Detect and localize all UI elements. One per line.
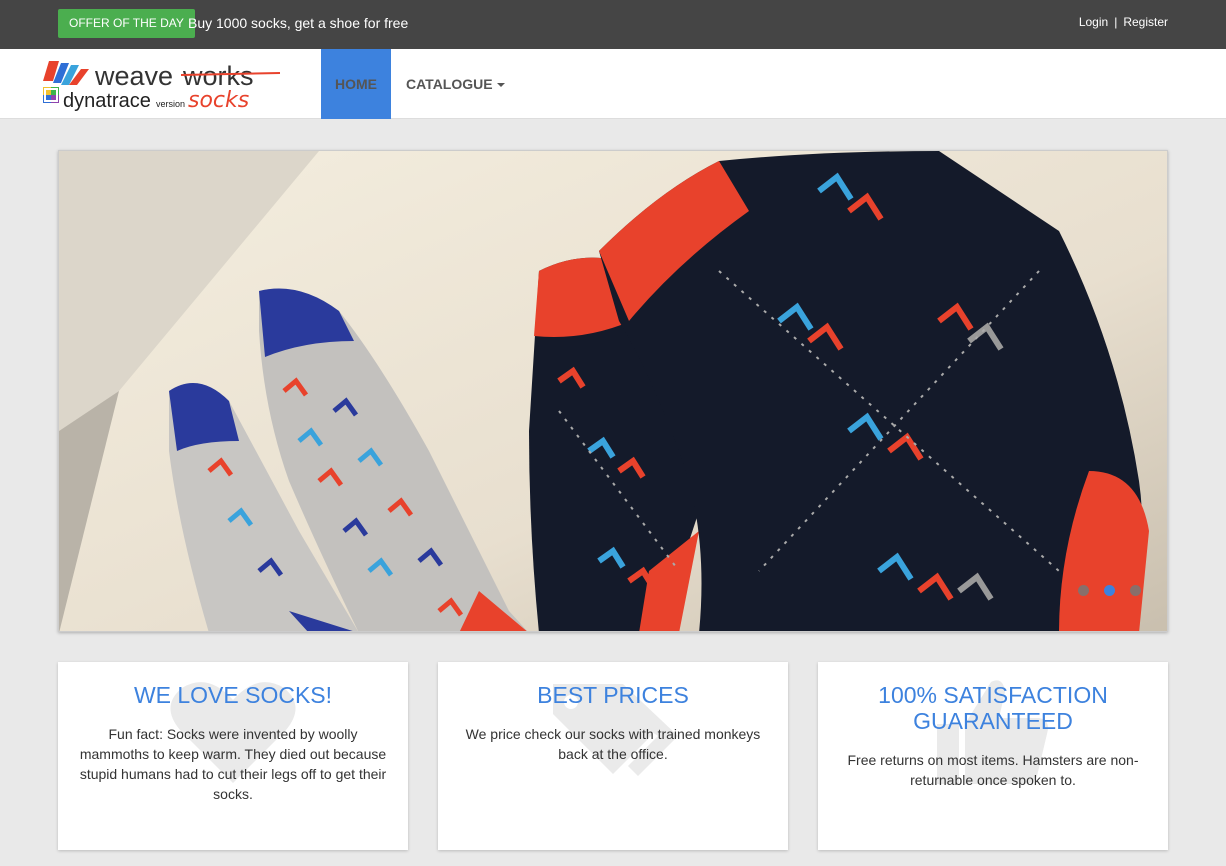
nav-home[interactable]: HOME [321, 49, 391, 119]
carousel-dot-3[interactable] [1130, 585, 1141, 596]
nav-catalogue[interactable]: CATALOGUE [406, 49, 505, 119]
logo-works: works [182, 61, 254, 91]
feature-title: WE LOVE SOCKS! [133, 682, 333, 708]
top-bar: OFFER OF THE DAY Buy 1000 socks, get a s… [0, 0, 1226, 49]
feature-text: We price check our socks with trained mo… [465, 726, 761, 762]
feature-text: Free returns on most items. Hamsters are… [847, 752, 1139, 788]
feature-box-love-socks: WE LOVE SOCKS! Fun fact: Socks were inve… [58, 662, 408, 850]
separator: | [1114, 15, 1118, 29]
offer-of-the-day-badge[interactable]: OFFER OF THE DAY [58, 9, 195, 38]
feature-box-satisfaction: 100% SATISFACTION GUARANTEED Free return… [818, 662, 1168, 850]
register-link[interactable]: Register [1123, 15, 1168, 29]
socks-photo [59, 151, 1167, 631]
carousel-indicators [1063, 583, 1141, 601]
carousel-dot-2[interactable] [1104, 585, 1115, 596]
login-link[interactable]: Login [1079, 15, 1108, 29]
feature-title: 100% SATISFACTION GUARANTEED [878, 682, 1108, 734]
weaveworks-socks-logo[interactable]: weave works dynatrace version socks [43, 59, 283, 113]
account-links: Login | Register [1079, 15, 1168, 29]
offer-text: Buy 1000 socks, get a shoe for free [188, 15, 409, 31]
logo-version: version [156, 99, 185, 109]
main-navbar: weave works dynatrace version socks HOME… [0, 49, 1226, 119]
logo-weave: weave [94, 61, 173, 91]
logo-socks: socks [188, 88, 249, 111]
feature-title: BEST PRICES [537, 682, 689, 708]
feature-text: Fun fact: Socks were invented by woolly … [79, 726, 387, 802]
hero-carousel[interactable] [58, 150, 1168, 632]
nav-catalogue-label: CATALOGUE [406, 76, 493, 92]
logo-dynatrace: dynatrace [63, 90, 151, 111]
carousel-dot-1[interactable] [1078, 585, 1089, 596]
feature-box-best-prices: BEST PRICES We price check our socks wit… [438, 662, 788, 850]
chevron-down-icon [496, 83, 505, 88]
